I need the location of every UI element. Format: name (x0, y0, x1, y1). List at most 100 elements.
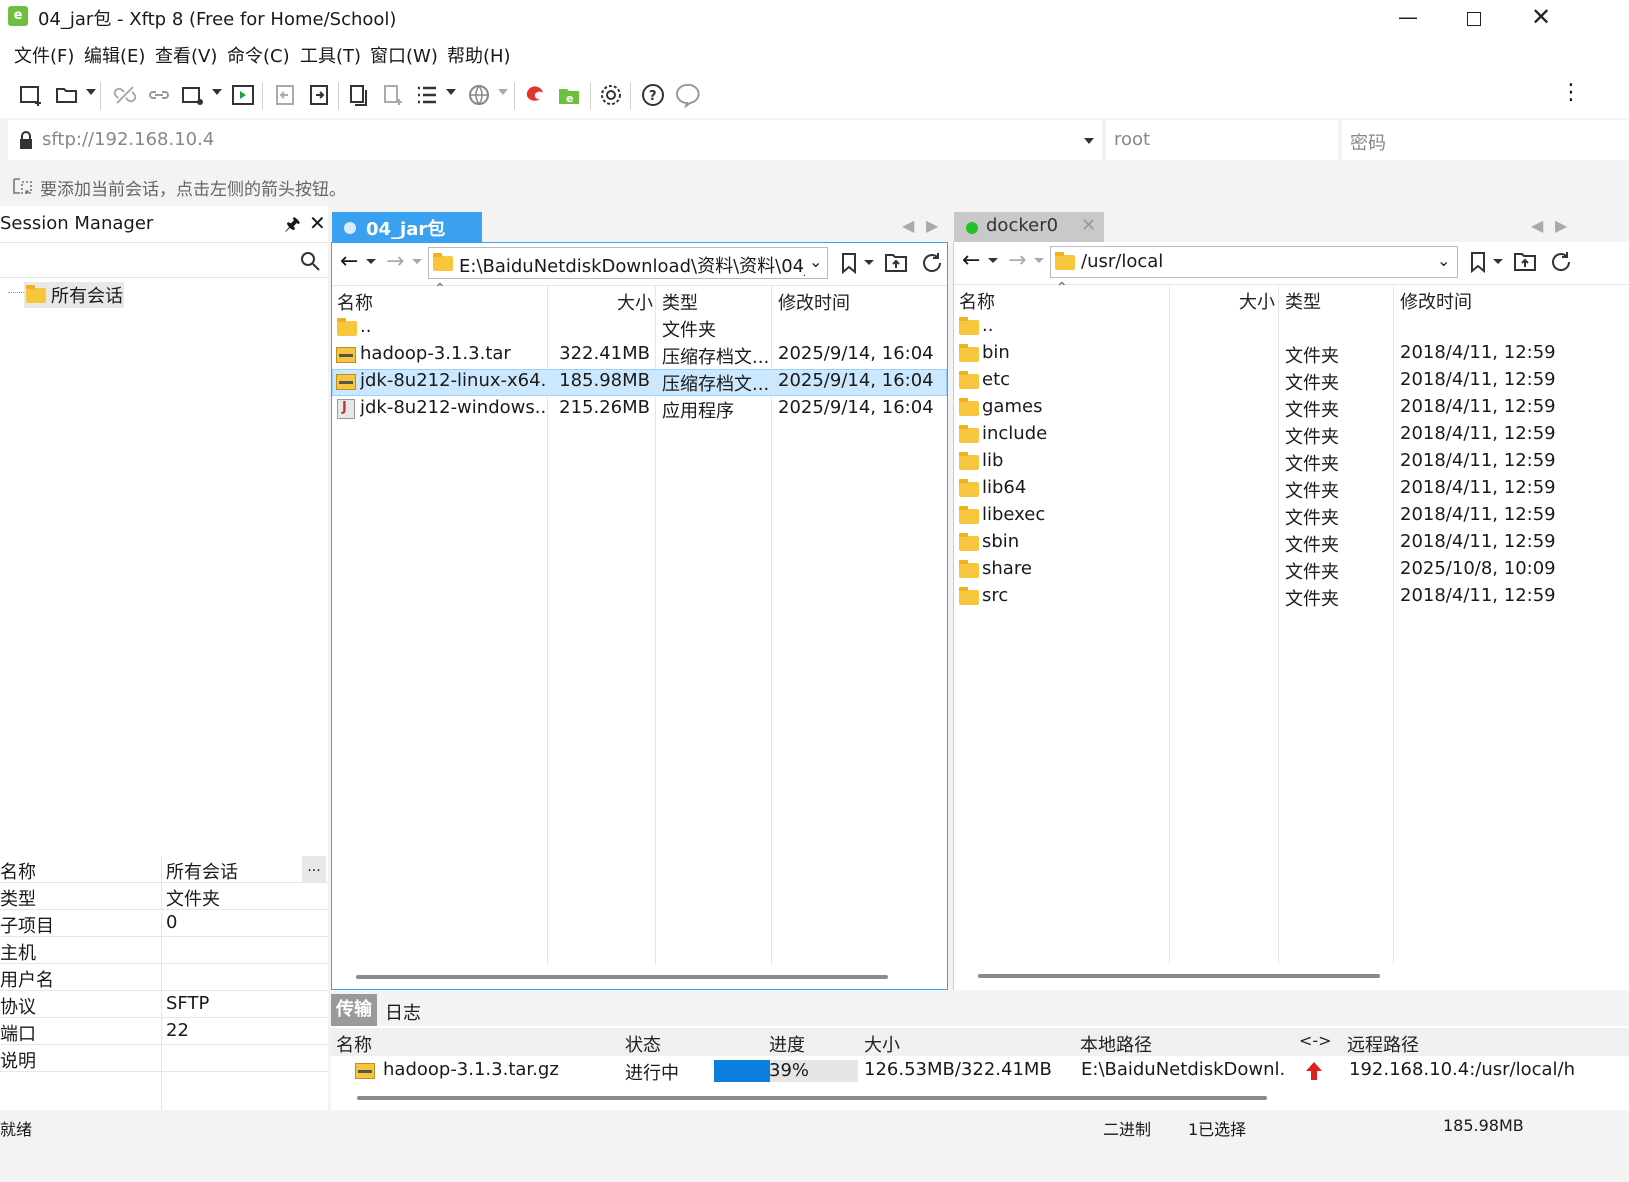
transfer-row[interactable]: hadoop-3.1.3.tar.gz 进行中 39% 126.53MB/322… (331, 1056, 1629, 1086)
parent-folder-icon[interactable] (884, 251, 908, 273)
column-header-size[interactable]: 大小 (617, 289, 653, 315)
xftp-icon[interactable]: e (556, 82, 582, 108)
new-session-icon[interactable] (18, 82, 44, 108)
column-header-type[interactable]: 类型 (1285, 288, 1321, 314)
menu-tools[interactable]: 工具(T) (300, 42, 361, 68)
column-header-type[interactable]: 类型 (662, 289, 698, 315)
host-address-field[interactable]: sftp://192.168.10.4 (8, 120, 1102, 160)
tab-remote-docker0[interactable]: docker0 ✕ (954, 212, 1104, 244)
remote-tab-scroll-left-icon[interactable]: ◀ (1531, 216, 1543, 235)
disconnect-link-icon[interactable] (112, 82, 138, 108)
globe-icon[interactable] (466, 82, 492, 108)
path-dropdown-chevron-icon[interactable]: ⌄ (1437, 251, 1450, 270)
file-row[interactable]: src 文件夹 2018/4/11, 12:59 (954, 584, 1629, 611)
file-row[interactable]: jdk-8u212-windows... 215.26MB 应用程序 2025/… (332, 396, 947, 423)
transfer-right-icon[interactable] (306, 82, 332, 108)
bookmark-icon[interactable] (840, 252, 858, 274)
link-icon[interactable] (146, 82, 172, 108)
menu-command[interactable]: 命令(C) (227, 42, 290, 68)
transfer-column-local-path[interactable]: 本地路径 (1080, 1031, 1152, 1057)
session-settings-icon[interactable] (180, 82, 206, 108)
transfer-horizontal-scrollbar[interactable] (357, 1096, 1267, 1100)
list-view-icon[interactable] (414, 82, 440, 108)
file-row[interactable]: include 文件夹 2018/4/11, 12:59 (954, 422, 1629, 449)
file-row[interactable]: etc 文件夹 2018/4/11, 12:59 (954, 368, 1629, 395)
tab-log[interactable]: 日志 (385, 999, 421, 1025)
maximize-button[interactable] (1449, 2, 1499, 32)
file-row[interactable]: lib 文件夹 2018/4/11, 12:59 (954, 449, 1629, 476)
gear-icon[interactable] (598, 82, 624, 108)
tab-scroll-left-icon[interactable]: ◀ (902, 216, 914, 235)
file-row[interactable]: sbin 文件夹 2018/4/11, 12:59 (954, 530, 1629, 557)
parent-folder-icon[interactable] (1513, 250, 1537, 272)
xshell-icon[interactable] (522, 82, 548, 108)
copy-icon[interactable] (346, 82, 372, 108)
menu-edit[interactable]: 编辑(E) (84, 42, 145, 68)
remote-horizontal-scrollbar[interactable] (978, 974, 1380, 978)
file-row[interactable]: libexec 文件夹 2018/4/11, 12:59 (954, 503, 1629, 530)
refresh-icon[interactable] (1549, 250, 1573, 274)
file-row-selected[interactable]: jdk-8u212-linux-x64... 185.98MB 压缩存档文...… (332, 369, 947, 396)
file-row[interactable]: hadoop-3.1.3.tar 322.41MB 压缩存档文... 2025/… (332, 342, 947, 369)
back-dropdown-caret-icon[interactable] (988, 258, 998, 263)
menu-view[interactable]: 查看(V) (155, 42, 217, 68)
new-file-icon[interactable] (380, 82, 406, 108)
globe-dropdown-caret-icon[interactable] (498, 89, 508, 95)
forward-arrow-icon[interactable]: → (386, 249, 404, 274)
menu-window[interactable]: 窗口(W) (370, 42, 438, 68)
file-row[interactable]: .. 文件夹 (332, 315, 947, 342)
file-row[interactable]: lib64 文件夹 2018/4/11, 12:59 (954, 476, 1629, 503)
tab-transfer[interactable]: 传输 (331, 994, 377, 1026)
bookmark-dropdown-caret-icon[interactable] (1493, 259, 1503, 264)
forward-dropdown-caret-icon[interactable] (412, 259, 422, 264)
path-dropdown-chevron-icon[interactable]: ⌄ (809, 252, 822, 271)
bookmark-dropdown-caret-icon[interactable] (864, 260, 874, 265)
file-row[interactable]: share 文件夹 2025/10/8, 10:09 (954, 557, 1629, 584)
transfer-column-size[interactable]: 大小 (864, 1031, 900, 1057)
chat-icon[interactable] (674, 82, 700, 108)
toolbar-overflow-icon[interactable]: ⋮ (1560, 82, 1582, 104)
transfer-column-remote-path[interactable]: 远程路径 (1347, 1031, 1419, 1057)
session-search-box[interactable] (0, 242, 328, 278)
file-row[interactable]: bin 文件夹 2018/4/11, 12:59 (954, 341, 1629, 368)
session-dropdown-caret-icon[interactable] (212, 89, 222, 95)
column-header-size[interactable]: 大小 (1239, 288, 1275, 314)
back-arrow-icon[interactable]: ← (340, 249, 358, 274)
start-terminal-icon[interactable] (230, 82, 256, 108)
close-tab-icon[interactable]: ✕ (1081, 215, 1096, 236)
transfer-left-icon[interactable] (272, 82, 298, 108)
tab-local-04-jar[interactable]: 04_jar包 (332, 212, 482, 244)
column-header-name[interactable]: 名称 (959, 288, 995, 314)
tree-item-all-sessions[interactable]: 所有会话 (24, 282, 124, 308)
menu-file[interactable]: 文件(F) (14, 42, 74, 68)
open-dropdown-caret-icon[interactable] (86, 89, 96, 95)
back-arrow-icon[interactable]: ← (962, 248, 980, 273)
column-header-mtime[interactable]: 修改时间 (778, 289, 850, 315)
menu-help[interactable]: 帮助(H) (447, 42, 511, 68)
file-row[interactable]: .. (954, 314, 1629, 341)
file-row[interactable]: games 文件夹 2018/4/11, 12:59 (954, 395, 1629, 422)
open-folder-icon[interactable] (54, 82, 80, 108)
pin-icon[interactable]: 🖈 (284, 212, 301, 242)
remote-tab-scroll-right-icon[interactable]: ▶ (1555, 216, 1567, 235)
more-button[interactable]: ... (302, 856, 326, 882)
help-icon[interactable]: ? (640, 82, 666, 108)
close-panel-icon[interactable]: ✕ (309, 211, 326, 235)
transfer-column-name[interactable]: 名称 (336, 1031, 372, 1057)
host-dropdown-caret-icon[interactable] (1084, 138, 1094, 144)
local-horizontal-scrollbar[interactable] (356, 975, 888, 979)
local-path-field[interactable]: E:\BaiduNetdiskDownload\资料\资料\04_ja ⌄ (428, 247, 828, 279)
username-field[interactable]: root (1106, 120, 1338, 160)
back-dropdown-caret-icon[interactable] (366, 259, 376, 264)
column-header-mtime[interactable]: 修改时间 (1400, 288, 1472, 314)
minimize-button[interactable]: — (1383, 2, 1433, 32)
transfer-column-status[interactable]: 状态 (625, 1031, 661, 1057)
column-header-name[interactable]: 名称 (337, 289, 373, 315)
password-field[interactable]: 密码 (1342, 120, 1629, 160)
refresh-icon[interactable] (920, 251, 944, 275)
bookmark-icon[interactable] (1469, 251, 1487, 273)
forward-dropdown-caret-icon[interactable] (1034, 258, 1044, 263)
transfer-column-progress[interactable]: 进度 (769, 1031, 805, 1057)
close-window-button[interactable]: ✕ (1516, 2, 1566, 32)
add-session-arrow-icon[interactable] (12, 176, 34, 196)
